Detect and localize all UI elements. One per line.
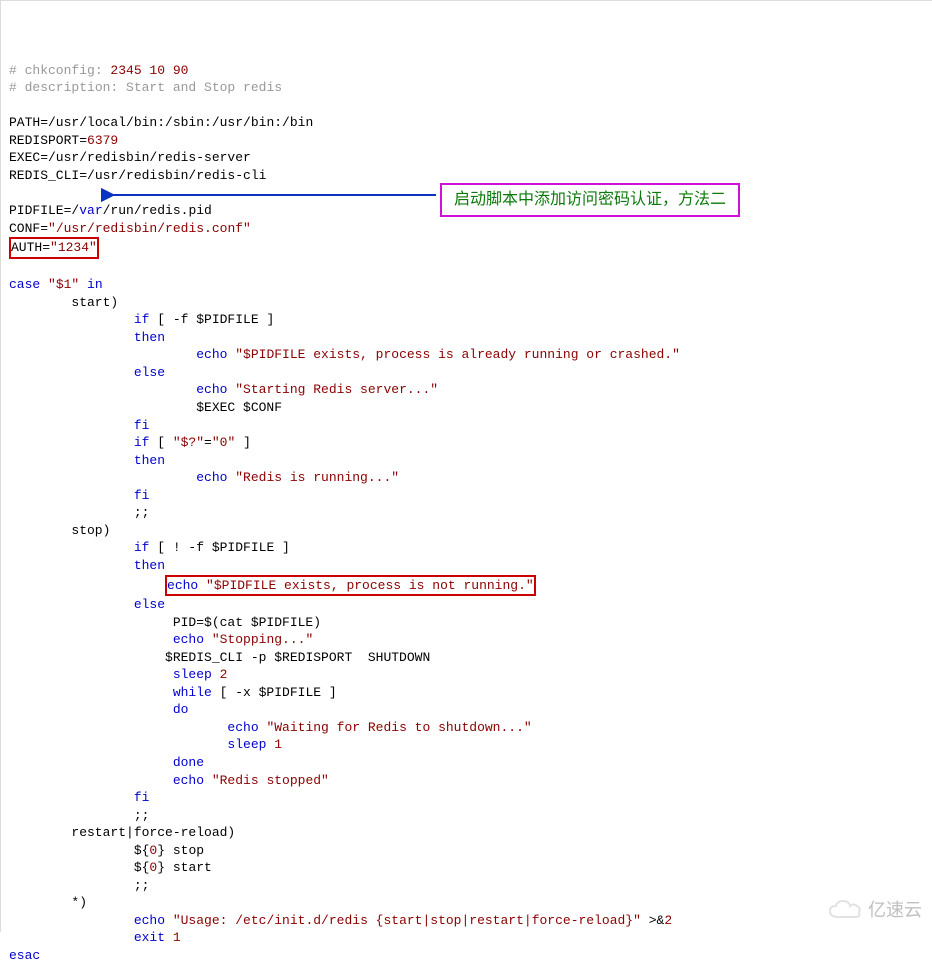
comment-chkconfig: # chkconfig: 2345 10 90 [9,63,188,78]
exit1: exit 1 [134,930,181,945]
then-kw2: then [134,453,165,468]
case-open: case "$1" in [9,277,103,292]
exec-conf: $EXEC $CONF [196,400,282,415]
auth-highlight-box: AUTH="1234" [9,237,99,259]
echo-stopping: echo "Stopping..." [173,632,313,647]
while-pid: while [ -x $PIDFILE ] [173,685,337,700]
esac-kw: esac [9,948,40,963]
dsemi2: ;; [134,808,150,823]
annotation-callout: 启动脚本中添加访问密码认证，方法二 [440,183,740,217]
cloud-icon [828,899,862,921]
echo-waiting: echo "Waiting for Redis to shutdown..." [227,720,531,735]
else-kw: else [134,365,165,380]
echo-notrunning-highlight-box: echo "$PIDFILE exists, process is not ru… [165,575,536,597]
d0-stop: ${0} stop [134,843,204,858]
dsemi1: ;; [134,505,150,520]
then-kw: then [134,330,165,345]
path-line: PATH=/usr/local/bin:/sbin:/usr/bin:/bin [9,115,313,130]
rediscli-shutdown: $REDIS_CLI -p $REDISPORT SHUTDOWN [165,650,430,665]
conf-line: CONF="/usr/redisbin/redis.conf" [9,221,251,236]
sleep2: sleep 2 [173,667,228,682]
do-kw: do [173,702,189,717]
watermark: 亿速云 [828,898,922,922]
watermark-text: 亿速云 [868,898,922,922]
fi-kw: fi [134,418,150,433]
fi-kw3: fi [134,790,150,805]
d0-start: ${0} start [134,860,212,875]
if-rc0: if [ "$?"="0" ] [134,435,251,450]
then-kw3: then [134,558,165,573]
fi-kw2: fi [134,488,150,503]
case-default: *) [71,895,87,910]
case-stop: stop) [71,523,110,538]
echo-stopped: echo "Redis stopped" [173,773,329,788]
case-start: start) [71,295,118,310]
exec-line: EXEC=/usr/redisbin/redis-server [9,150,251,165]
echo-running: echo "Redis is running..." [196,470,399,485]
redisport-line: REDISPORT=6379 [9,133,118,148]
pid-assign: PID=$(cat $PIDFILE) [173,615,321,630]
echo-usage: echo "Usage: /etc/init.d/redis {start|st… [134,913,672,928]
annotation-arrow-icon [101,179,441,209]
echo-starting: echo "Starting Redis server..." [196,382,438,397]
else-kw2: else [134,597,165,612]
if-pidfile: if [ -f $PIDFILE ] [134,312,274,327]
if-notpidfile: if [ ! -f $PIDFILE ] [134,540,290,555]
case-restart: restart|force-reload) [71,825,235,840]
done-kw: done [173,755,204,770]
echo-exists: echo "$PIDFILE exists, process is alread… [196,347,680,362]
dsemi3: ;; [134,878,150,893]
sleep1: sleep 1 [227,737,282,752]
comment-description: # description: Start and Stop redis [9,80,282,95]
